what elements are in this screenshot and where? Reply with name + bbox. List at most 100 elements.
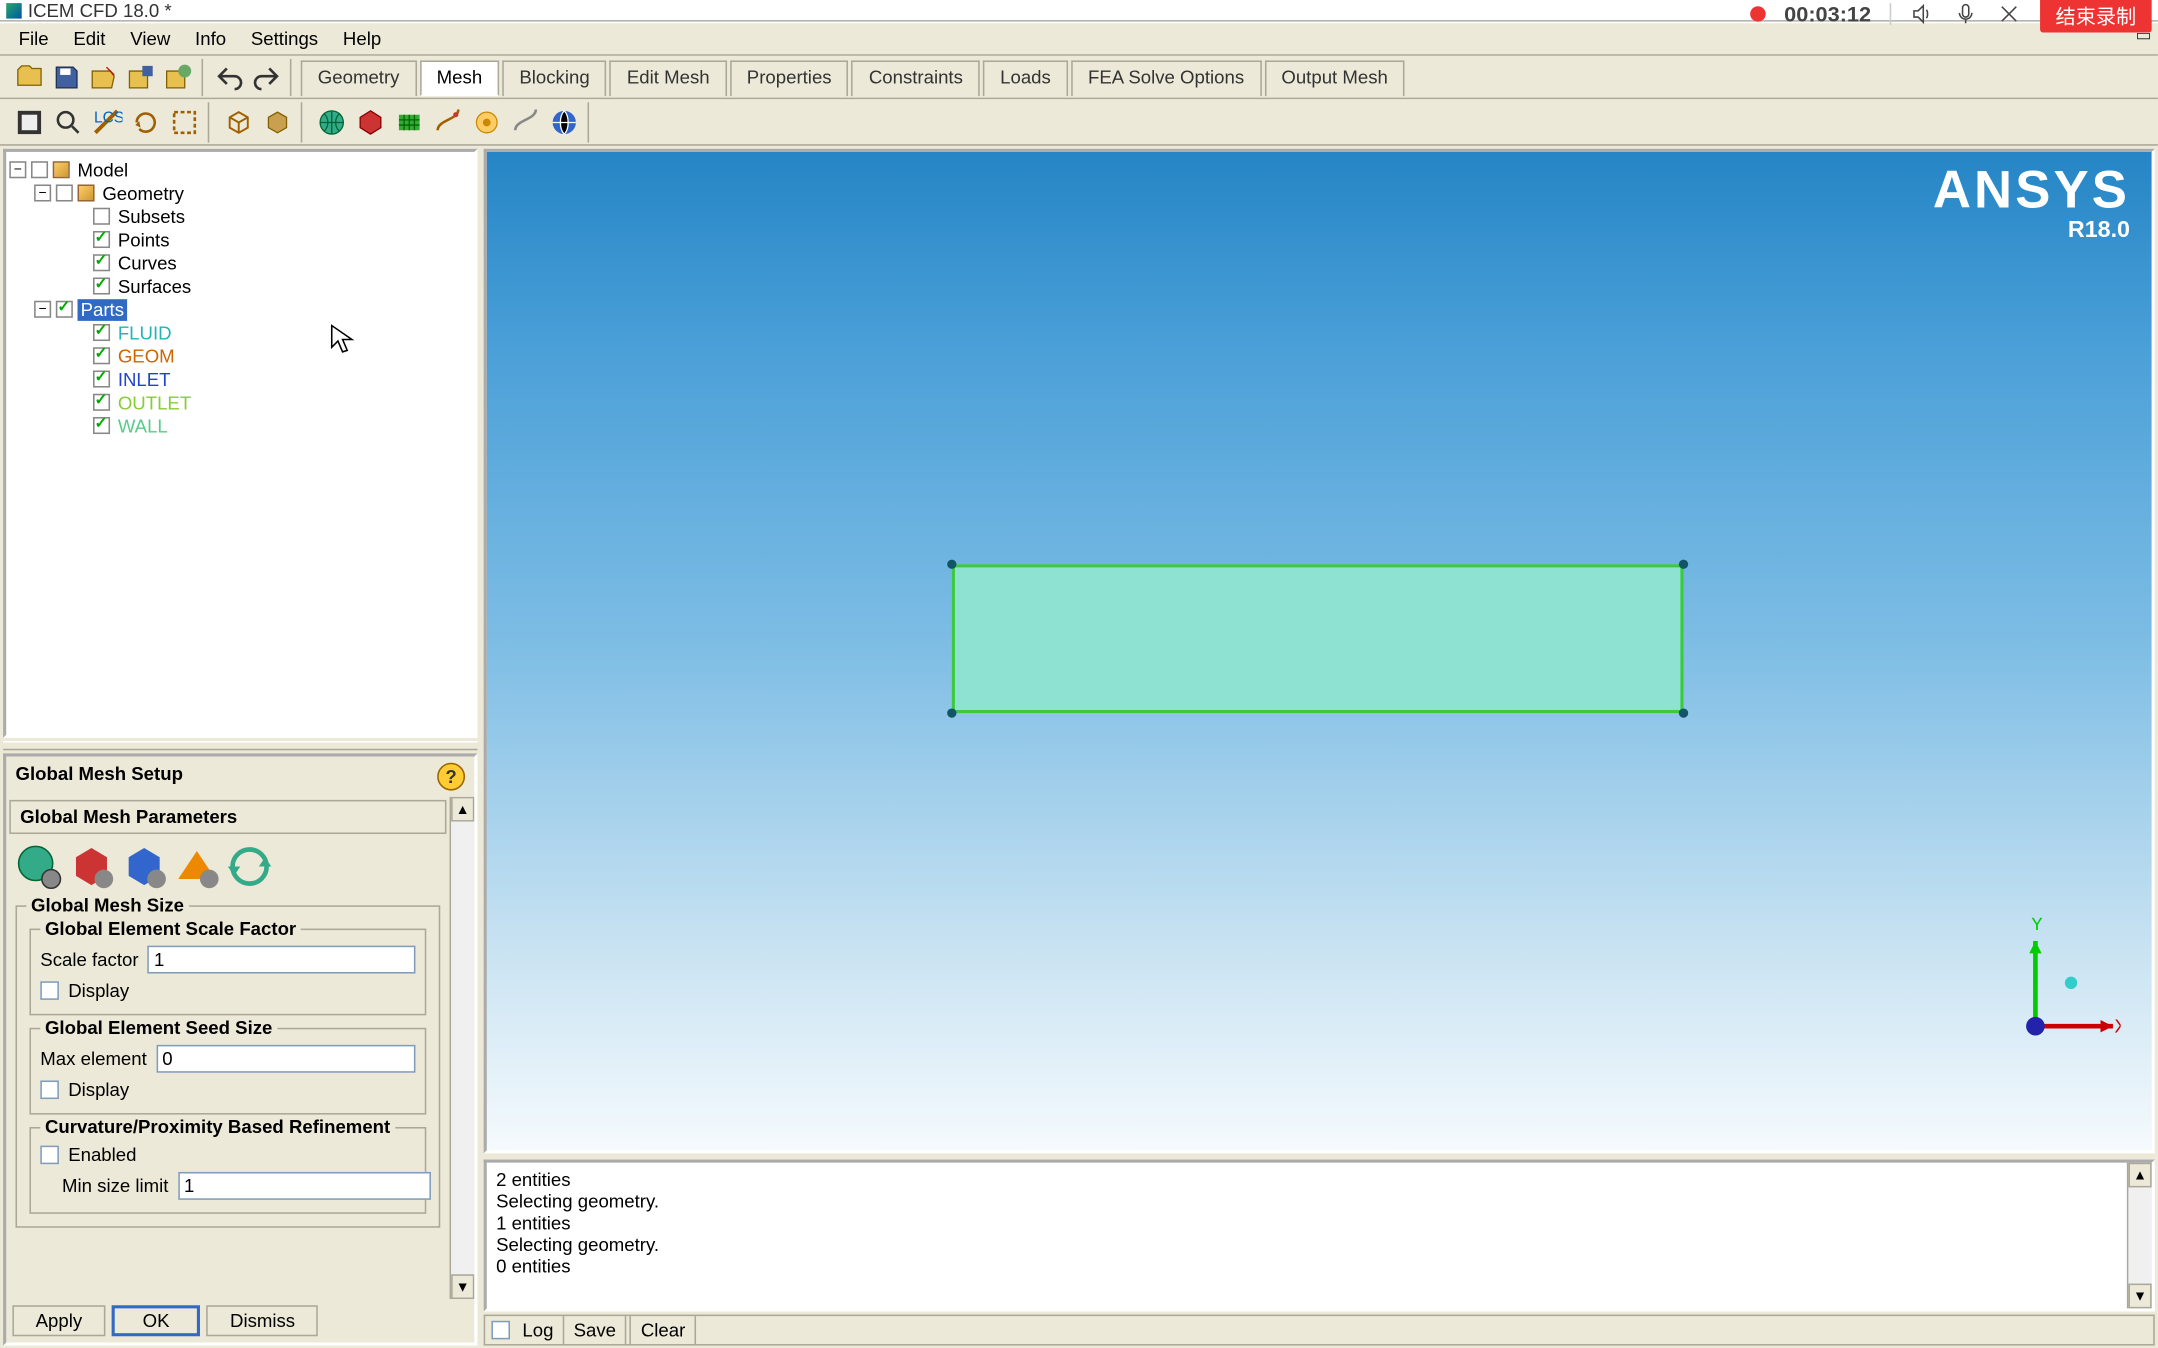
tree-part-geom[interactable]: GEOM <box>115 345 178 367</box>
clear-log-button[interactable]: Clear <box>630 1316 696 1344</box>
tree-points[interactable]: Points <box>115 229 173 251</box>
surface-mesh-icon[interactable] <box>392 105 426 139</box>
tree-surfaces[interactable]: Surfaces <box>115 275 195 297</box>
apply-button[interactable]: Apply <box>12 1305 105 1336</box>
axis-triad[interactable]: Y X <box>1981 918 2121 1058</box>
tab-geometry[interactable]: Geometry <box>301 60 417 96</box>
expand-icon[interactable]: − <box>34 184 51 201</box>
scroll-up-icon[interactable]: ▲ <box>451 797 474 822</box>
dismiss-button[interactable]: Dismiss <box>207 1305 319 1336</box>
menu-info[interactable]: Info <box>183 25 239 53</box>
menu-help[interactable]: Help <box>331 25 394 53</box>
tree-checkbox[interactable] <box>93 347 110 364</box>
tree-checkbox[interactable] <box>93 208 110 225</box>
curve-mesh-icon[interactable] <box>431 105 465 139</box>
global-mesh-icon[interactable] <box>315 105 349 139</box>
scroll-210-icon[interactable]: ▼ <box>451 1274 474 1299</box>
select-icon[interactable] <box>167 105 201 139</box>
refresh-icon[interactable] <box>129 105 163 139</box>
wireframe-icon[interactable] <box>222 105 256 139</box>
prism-params-icon[interactable] <box>171 840 224 893</box>
geometry-surface[interactable] <box>952 564 1684 713</box>
save-log-button[interactable]: Save <box>563 1316 627 1344</box>
tree-checkbox[interactable] <box>93 417 110 434</box>
menu-file[interactable]: File <box>6 25 61 53</box>
close-icon[interactable] <box>1997 2 2022 27</box>
fit-view-icon[interactable] <box>12 105 46 139</box>
display-checkbox[interactable] <box>40 1080 59 1099</box>
tree-part-outlet[interactable]: OUTLET <box>115 391 195 413</box>
tree-checkbox[interactable] <box>93 277 110 294</box>
shaded-icon[interactable] <box>260 105 294 139</box>
tab-blocking[interactable]: Blocking <box>502 60 606 96</box>
enabled-checkbox[interactable] <box>40 1146 59 1165</box>
display-checkbox[interactable] <box>40 981 59 1000</box>
zoom-icon[interactable] <box>51 105 85 139</box>
tree-geometry[interactable]: Geometry <box>99 182 187 204</box>
tab-mesh[interactable]: Mesh <box>420 60 500 96</box>
global-size-icon[interactable] <box>12 840 65 893</box>
scroll-down-icon[interactable]: ▼ <box>2128 1284 2151 1309</box>
geometry-point[interactable] <box>947 560 956 569</box>
scroll-up-icon[interactable]: ▲ <box>2128 1163 2151 1188</box>
model-tree[interactable]: − Model − Geometry Subsets Points Curves S… <box>3 149 477 738</box>
geometry-point[interactable] <box>947 708 956 717</box>
tree-checkbox[interactable] <box>56 301 73 318</box>
tree-parts[interactable]: Parts <box>78 298 128 320</box>
geometry-point[interactable] <box>1679 708 1688 717</box>
save-geometry-icon[interactable] <box>124 60 158 94</box>
tree-checkbox[interactable] <box>93 324 110 341</box>
tree-checkbox[interactable] <box>93 231 110 248</box>
tree-checkbox[interactable] <box>31 161 48 178</box>
compute-mesh-icon[interactable] <box>547 105 581 139</box>
tree-checkbox[interactable] <box>93 370 110 387</box>
expand-icon[interactable]: − <box>34 301 51 318</box>
microphone-icon[interactable] <box>1953 2 1978 27</box>
speaker-icon[interactable] <box>1910 2 1935 27</box>
tree-part-fluid[interactable]: FLUID <box>115 322 175 344</box>
tree-subsets[interactable]: Subsets <box>115 205 188 227</box>
volume-params-icon[interactable] <box>118 840 171 893</box>
mesh-curve-icon[interactable] <box>508 105 542 139</box>
max-element-input[interactable] <box>156 1045 415 1073</box>
measure-icon[interactable]: LCS <box>90 105 124 139</box>
save-icon[interactable] <box>50 60 84 94</box>
tab-loads[interactable]: Loads <box>983 60 1068 96</box>
log-checkbox[interactable] <box>491 1321 510 1340</box>
open-icon[interactable] <box>12 60 46 94</box>
redo-icon[interactable] <box>250 60 284 94</box>
tree-checkbox[interactable] <box>93 394 110 411</box>
import-icon[interactable] <box>161 60 195 94</box>
tree-part-wall[interactable]: WALL <box>115 415 171 437</box>
tree-curves[interactable]: Curves <box>115 252 180 274</box>
part-mesh-icon[interactable] <box>353 105 387 139</box>
menu-edit[interactable]: Edit <box>61 25 118 53</box>
viewport-3d[interactable]: ANSYSR18.0 Y X <box>484 149 2155 1154</box>
log-scrollbar[interactable]: ▲▼ <box>2127 1163 2152 1309</box>
expand-icon[interactable]: − <box>9 161 26 178</box>
tab-properties[interactable]: Properties <box>730 60 849 96</box>
density-icon[interactable] <box>470 105 504 139</box>
scale-factor-input[interactable] <box>148 946 416 974</box>
tab-edit-mesh[interactable]: Edit Mesh <box>610 60 727 96</box>
panel-scrollbar[interactable]: ▲▼ <box>450 797 475 1299</box>
tab-output-mesh[interactable]: Output Mesh <box>1264 60 1405 96</box>
tab-fea-solve[interactable]: FEA Solve Options <box>1071 60 1261 96</box>
menu-settings[interactable]: Settings <box>238 25 330 53</box>
undo-icon[interactable] <box>212 60 246 94</box>
ok-button[interactable]: OK <box>112 1305 201 1336</box>
tree-part-inlet[interactable]: INLET <box>115 368 174 390</box>
tree-checkbox[interactable] <box>93 254 110 271</box>
open-geometry-icon[interactable] <box>87 60 121 94</box>
periodicity-icon[interactable] <box>223 840 276 893</box>
tree-model[interactable]: Model <box>74 159 131 181</box>
horizontal-splitter[interactable] <box>3 741 477 750</box>
tree-checkbox[interactable] <box>56 184 73 201</box>
shell-params-icon[interactable] <box>65 840 118 893</box>
stop-record-button[interactable]: 结束录制 <box>2040 0 2152 32</box>
tab-constraints[interactable]: Constraints <box>852 60 980 96</box>
min-size-input[interactable] <box>178 1172 431 1200</box>
menu-view[interactable]: View <box>118 25 183 53</box>
help-icon[interactable]: ? <box>437 763 465 791</box>
geometry-point[interactable] <box>1679 560 1688 569</box>
